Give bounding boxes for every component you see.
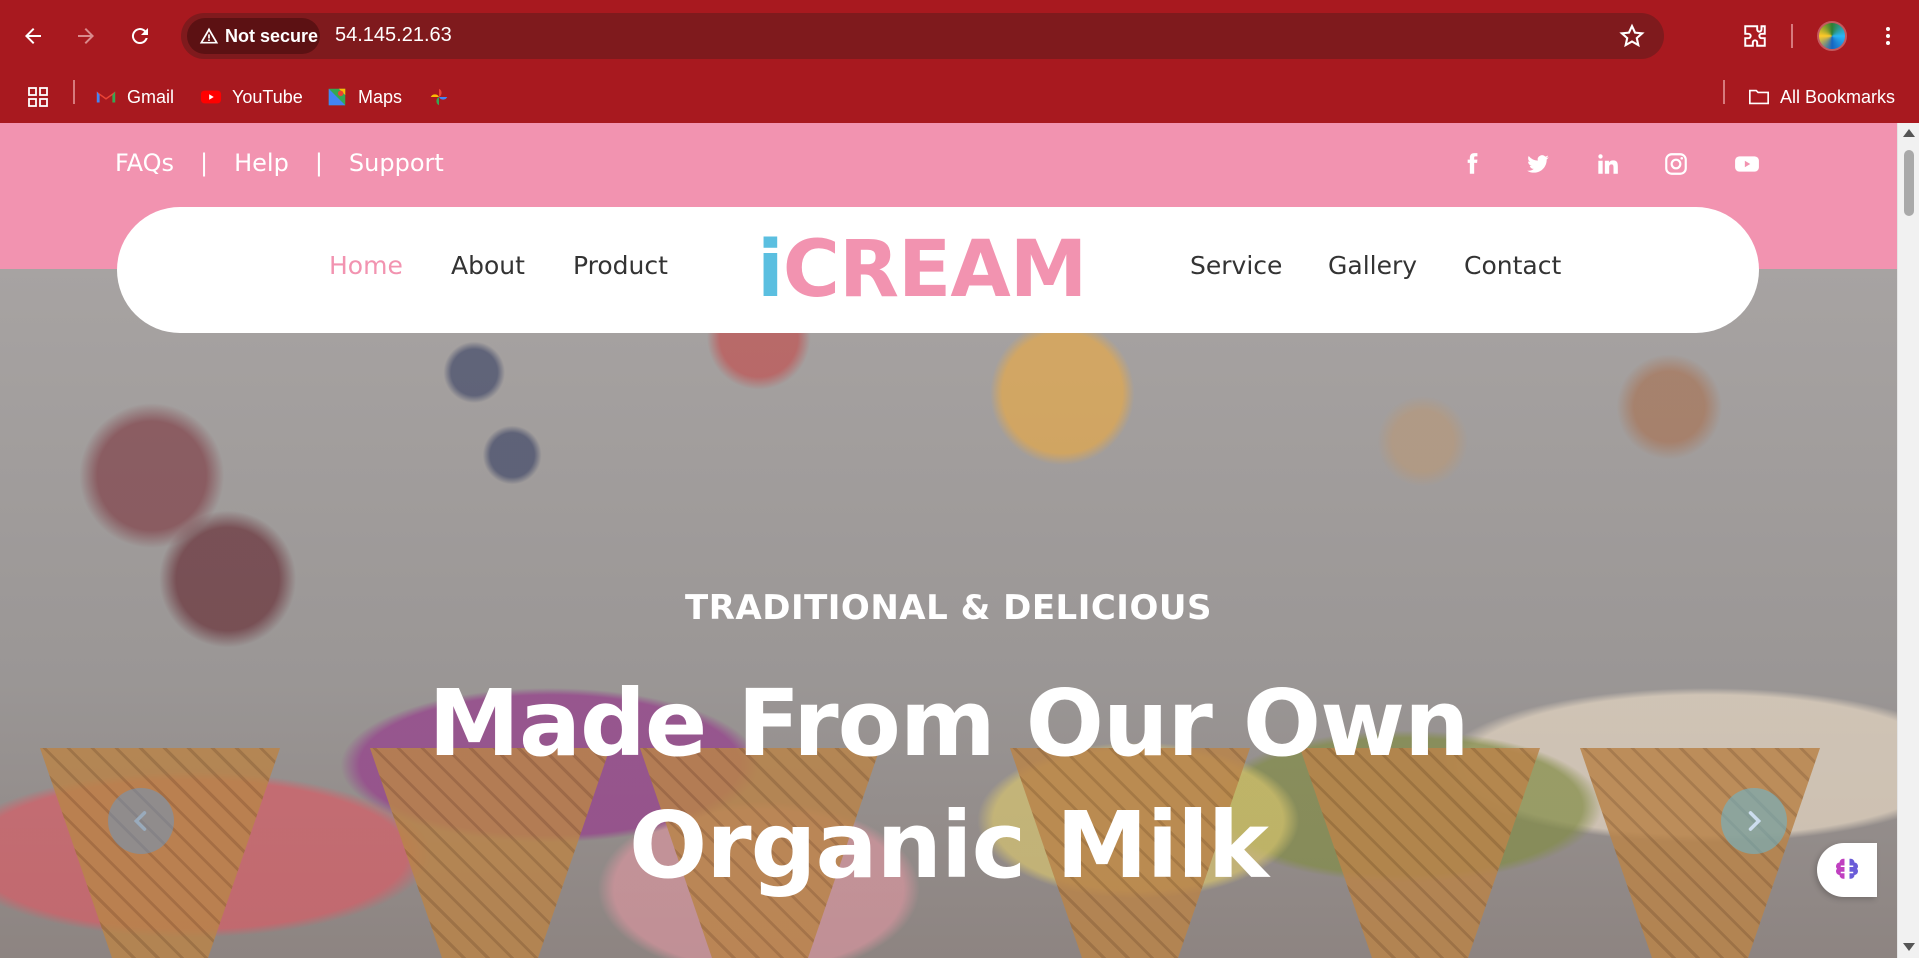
page-scrollbar[interactable] — [1897, 123, 1919, 958]
bookmarks-divider — [73, 80, 75, 104]
kebab-menu-icon — [1886, 27, 1890, 45]
support-link[interactable]: Support — [349, 149, 444, 177]
instagram-icon — [1665, 153, 1687, 175]
top-link-separator: | — [314, 149, 323, 177]
bookmark-youtube[interactable]: YouTube — [200, 82, 303, 112]
top-link-separator: | — [200, 149, 209, 177]
youtube-link[interactable] — [1731, 148, 1763, 180]
reload-icon — [131, 28, 148, 45]
linkedin-icon — [1598, 154, 1618, 174]
brain-icon — [1836, 858, 1858, 879]
nav-contact[interactable]: Contact — [1464, 251, 1561, 280]
carousel-next-button[interactable] — [1721, 788, 1787, 854]
avatar — [1817, 21, 1847, 51]
help-link[interactable]: Help — [234, 149, 289, 177]
arrow-left-icon — [25, 28, 41, 44]
arrow-right-icon — [78, 28, 94, 44]
browser-chrome: Not secure 54.145.21.63 Gmail YouTube Ma… — [0, 0, 1919, 123]
bookmarks-divider — [1723, 80, 1725, 104]
reload-button[interactable] — [122, 18, 158, 54]
menu-button[interactable] — [1870, 18, 1906, 54]
warning-icon — [199, 27, 219, 44]
nav-home[interactable]: Home — [329, 251, 403, 280]
all-bookmarks-label: All Bookmarks — [1780, 86, 1896, 107]
twitter-link[interactable] — [1522, 148, 1554, 180]
youtube-icon — [1735, 156, 1759, 172]
puzzle-icon — [1744, 25, 1766, 47]
hero-title-line: Made From Our Own — [428, 670, 1469, 777]
bookmark-gmail[interactable]: Gmail — [95, 82, 174, 112]
nav-service[interactable]: Service — [1190, 251, 1282, 280]
chevron-left-icon — [133, 811, 147, 831]
forward-button[interactable] — [68, 18, 104, 54]
chevron-right-icon — [1748, 811, 1762, 831]
logo-text: CREAM — [782, 225, 1088, 315]
nav-product[interactable]: Product — [573, 251, 668, 280]
bookmark-label: Maps — [358, 86, 403, 107]
scroll-up-arrow[interactable] — [1903, 129, 1915, 137]
security-label: Not secure — [225, 25, 319, 46]
brand-logo[interactable]: iCREAM — [757, 225, 1088, 315]
facebook-link[interactable] — [1456, 148, 1488, 180]
page-viewport: FAQs | Help | Support Home About Product… — [0, 123, 1897, 958]
carousel-prev-button[interactable] — [108, 788, 174, 854]
faqs-link[interactable]: FAQs — [115, 149, 174, 177]
hero-subtitle: TRADITIONAL & DELICIOUS — [685, 588, 1212, 628]
assistant-widget[interactable] — [1817, 843, 1877, 897]
hero-title: Made From Our Own Organic Milk — [0, 663, 1897, 907]
bookmark-star-icon[interactable] — [1618, 22, 1646, 50]
bookmark-photos[interactable] — [428, 82, 460, 112]
url-text[interactable]: 54.145.21.63 — [335, 24, 452, 47]
back-button[interactable] — [15, 18, 51, 54]
extensions-button[interactable] — [1737, 18, 1773, 54]
top-links: FAQs | Help | Support — [115, 149, 444, 177]
address-bar[interactable]: Not secure 54.145.21.63 — [181, 13, 1664, 59]
logo-letter-i: i — [757, 225, 784, 315]
hero-title-line: Organic Milk — [629, 792, 1269, 899]
scroll-down-arrow[interactable] — [1903, 943, 1915, 951]
photos-icon — [428, 86, 450, 108]
browser-toolbar: Not secure 54.145.21.63 — [0, 0, 1919, 72]
apps-grid-icon — [28, 87, 48, 107]
security-chip[interactable]: Not secure — [187, 18, 320, 54]
maps-icon — [326, 86, 348, 108]
bookmark-label: YouTube — [232, 86, 303, 107]
toolbar-divider — [1791, 24, 1793, 48]
gmail-icon — [95, 86, 117, 108]
nav-gallery[interactable]: Gallery — [1328, 251, 1417, 280]
twitter-icon — [1527, 155, 1549, 173]
folder-icon — [1748, 86, 1770, 108]
bookmark-label: Gmail — [127, 86, 175, 107]
instagram-link[interactable] — [1660, 148, 1692, 180]
bookmarks-bar: Gmail YouTube Maps All Bookmarks — [0, 72, 1919, 123]
all-bookmarks-button[interactable]: All Bookmarks — [1748, 82, 1895, 112]
main-navbar: Home About Product iCREAM Service Galler… — [117, 207, 1759, 333]
apps-button[interactable] — [26, 82, 50, 112]
scroll-thumb[interactable] — [1904, 150, 1914, 216]
youtube-icon — [200, 86, 222, 108]
profile-button[interactable] — [1814, 18, 1850, 54]
linkedin-link[interactable] — [1591, 148, 1623, 180]
nav-about[interactable]: About — [451, 251, 525, 280]
facebook-icon — [1467, 153, 1478, 174]
bookmark-maps[interactable]: Maps — [326, 82, 402, 112]
